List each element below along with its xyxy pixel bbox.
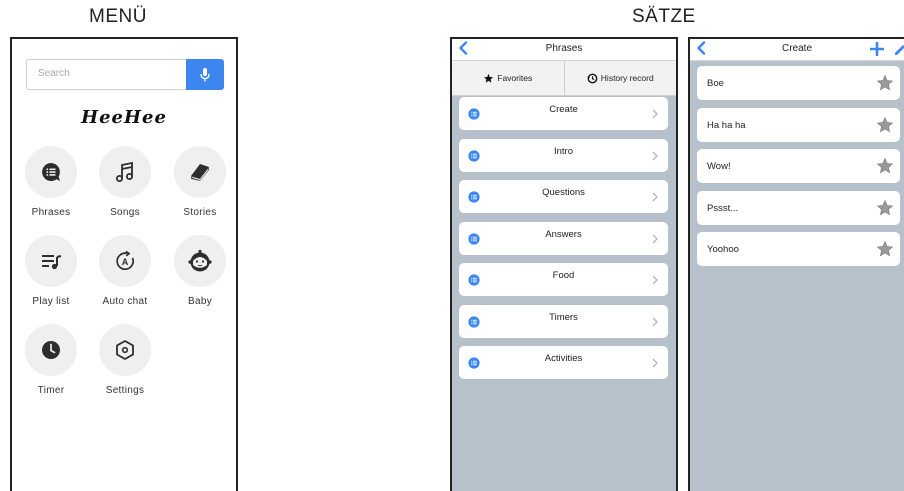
microphone-icon (200, 67, 210, 81)
add-icon[interactable] (870, 42, 884, 56)
phrases-tabs: Favorites History record (452, 61, 676, 96)
created-phrase-label: Boe (707, 78, 724, 89)
navigation-bar: Create (690, 39, 904, 61)
svg-text:A: A (122, 257, 129, 267)
phrase-category-questions[interactable]: Questions (459, 180, 668, 213)
created-phrase-label: Pssst... (707, 202, 739, 214)
phrase-category-label: Timers (549, 311, 578, 323)
chevron-right-icon (652, 234, 658, 243)
menu-item-label: Stories (183, 207, 217, 218)
star-icon[interactable] (876, 240, 894, 258)
menu-item-label: Baby (188, 296, 212, 307)
menu-item-auto-chat[interactable]: A Auto chat (87, 235, 163, 307)
star-icon[interactable] (876, 74, 894, 92)
menu-item-settings[interactable]: Settings (87, 324, 163, 396)
phrase-category-create[interactable]: Create (459, 97, 668, 130)
phrases-caption: SÄTZE (632, 6, 696, 27)
phrase-category-label: Intro (553, 145, 573, 157)
phrase-category-label: Activities (544, 353, 583, 364)
created-phrase-item[interactable]: Wow! (697, 149, 900, 183)
tab-label: History record (600, 73, 654, 83)
phrase-category-label: Questions (542, 187, 585, 198)
auto-chat-icon: A (116, 250, 134, 271)
tab-label: Favorites (497, 73, 533, 83)
phrase-category-label: Answers (545, 228, 582, 240)
phrase-category-intro[interactable]: Intro (459, 138, 668, 172)
menu-item-stories[interactable]: Stories (162, 146, 236, 218)
phrases-screen: Phrases Favorites History record Create I… (450, 37, 678, 491)
history-icon (587, 73, 598, 83)
created-phrase-item[interactable]: Yoohoo (697, 232, 900, 266)
baby-icon (188, 249, 212, 272)
search-bar[interactable]: Search (26, 59, 224, 90)
menu-item-phrases[interactable]: Phrases (13, 146, 89, 218)
chat-bubble-icon (42, 163, 60, 181)
tab-favorites[interactable]: Favorites (452, 61, 564, 95)
phrase-category-food[interactable]: Food (459, 263, 668, 296)
edit-icon[interactable] (894, 42, 904, 56)
menu-item-label: Auto chat (102, 296, 148, 307)
page-title: Phrases (545, 43, 583, 54)
book-icon (191, 164, 209, 181)
settings-hexagon-icon (116, 340, 134, 360)
create-screen: Create Boe Ha ha ha Wow! Pssst... Yoohoo (688, 37, 904, 491)
star-icon[interactable] (876, 116, 894, 134)
menu-item-label: Timer (37, 385, 65, 396)
created-phrase-item[interactable]: Pssst... (697, 190, 900, 225)
menu-item-songs[interactable]: Songs (87, 146, 163, 218)
tab-history-record[interactable]: History record (563, 61, 677, 95)
phrase-category-answers[interactable]: Answers (459, 221, 668, 255)
music-note-icon (116, 161, 133, 182)
chevron-right-icon (652, 192, 658, 202)
app-logo: HeeHee (81, 107, 167, 128)
navigation-bar: Phrases (452, 39, 676, 61)
menu-item-label: Songs (110, 207, 140, 218)
star-icon[interactable] (876, 157, 894, 175)
chevron-right-icon (652, 151, 658, 160)
created-phrase-item[interactable]: Boe (697, 66, 900, 100)
search-input[interactable]: Search (38, 68, 70, 79)
chevron-right-icon (652, 358, 658, 368)
menu-item-label: Play list (32, 296, 70, 307)
menu-item-timer[interactable]: Timer (13, 324, 89, 396)
playlist-icon (42, 255, 62, 270)
phrase-category-timers[interactable]: Timers (459, 304, 668, 338)
menu-item-label: Phrases (31, 207, 71, 218)
menu-item-label: Settings (105, 385, 145, 396)
microphone-button[interactable] (186, 59, 224, 90)
phrase-category-label: Create (549, 104, 578, 115)
star-icon (484, 73, 494, 83)
created-phrase-label: Ha ha ha (707, 119, 746, 131)
created-phrase-label: Yoohoo (707, 244, 739, 255)
chevron-right-icon (652, 275, 658, 285)
menu-item-baby[interactable]: Baby (162, 235, 236, 307)
created-phrase-item[interactable]: Ha ha ha (697, 107, 900, 142)
menu-screen: Search HeeHee Phrases Songs Stories Play… (10, 37, 238, 491)
clock-icon (42, 341, 60, 359)
phrase-category-activities[interactable]: Activities (459, 346, 668, 379)
star-icon[interactable] (876, 199, 894, 217)
menu-caption: MENÜ (89, 6, 147, 27)
chevron-right-icon (652, 317, 658, 326)
phrase-category-label: Food (552, 270, 575, 281)
created-phrase-label: Wow! (707, 161, 731, 172)
menu-item-play-list[interactable]: Play list (13, 235, 89, 307)
chevron-right-icon (652, 109, 658, 119)
